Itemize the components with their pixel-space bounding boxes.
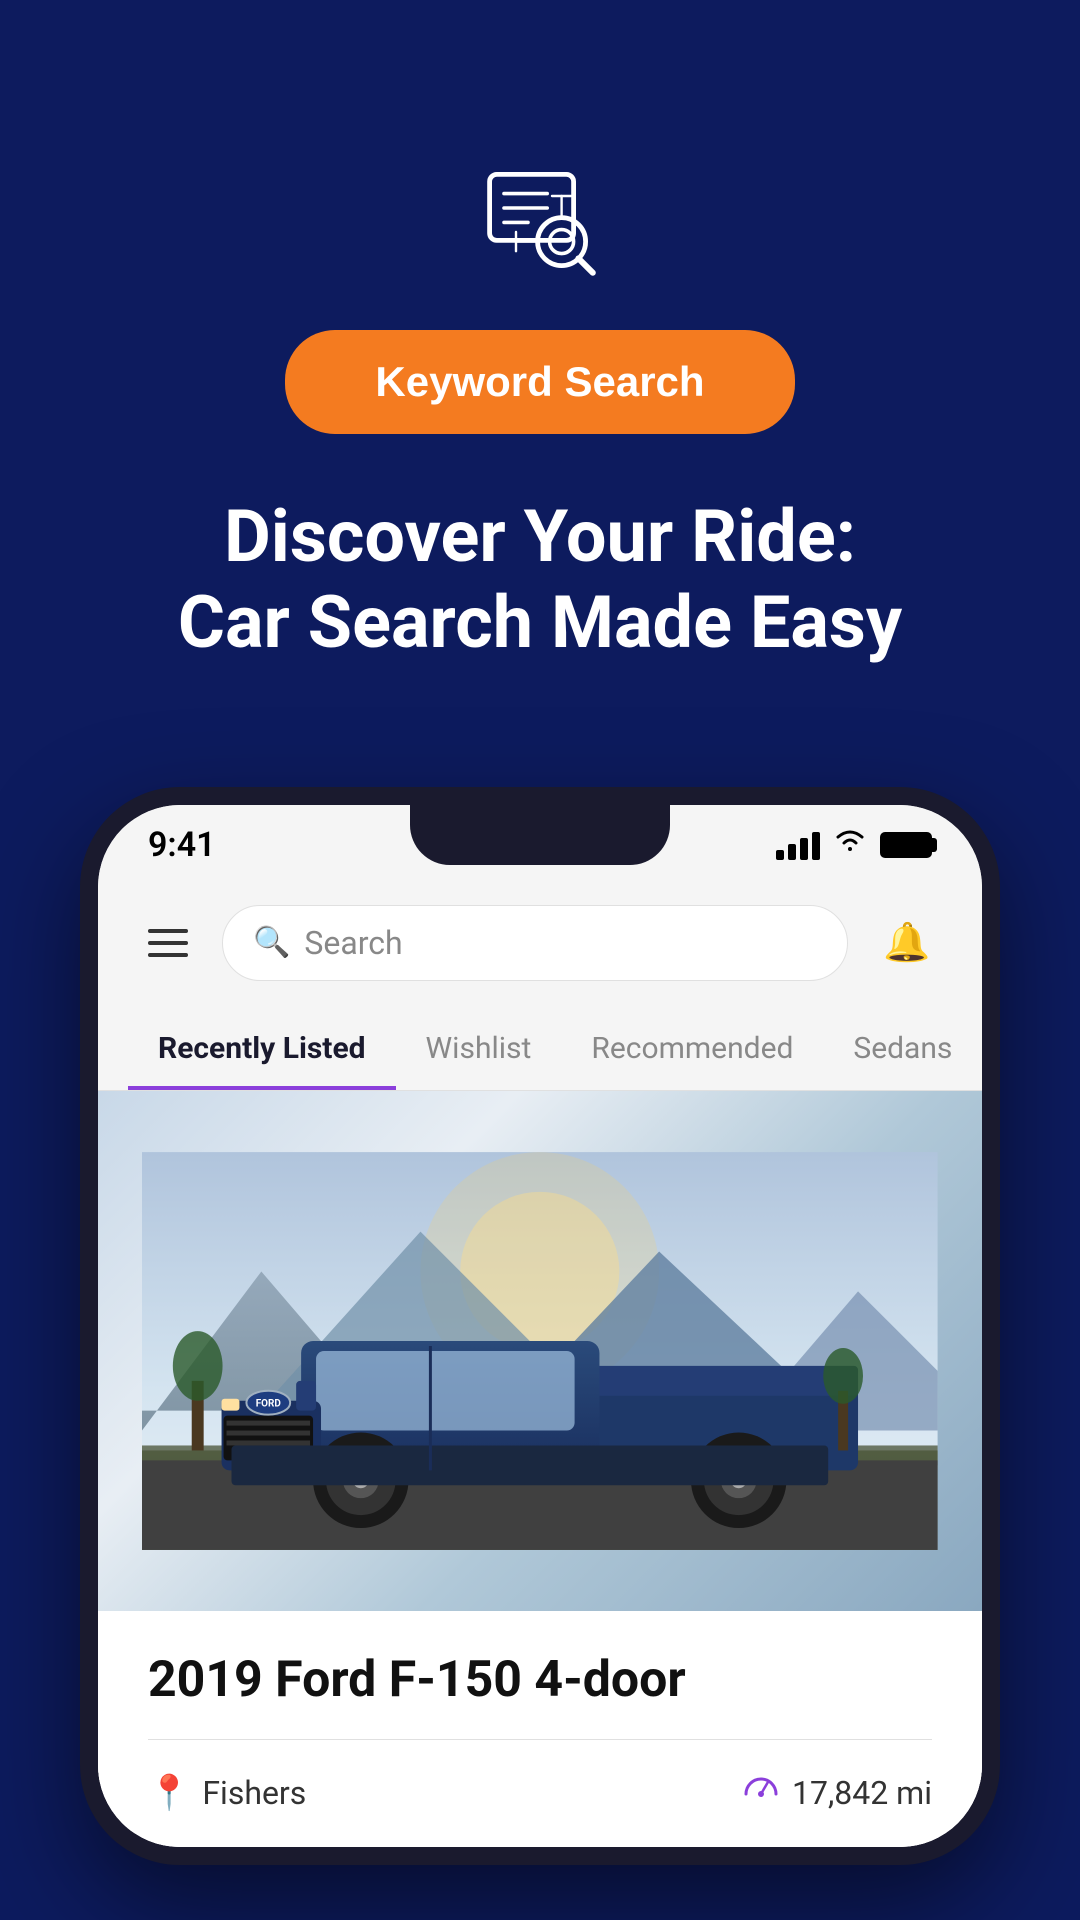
car-listing[interactable]: FORD <box>98 1091 982 1847</box>
svg-text:FORD: FORD <box>256 1398 282 1409</box>
signal-icon <box>776 830 820 860</box>
headline: Discover Your Ride: Car Search Made Easy <box>118 494 962 667</box>
tab-wishlist[interactable]: Wishlist <box>396 1011 562 1090</box>
status-bar: 9:41 <box>98 805 982 885</box>
car-image: FORD <box>98 1091 982 1611</box>
location-pin-icon: 📍 <box>148 1773 190 1813</box>
tab-recommended[interactable]: Recommended <box>561 1011 823 1090</box>
headline-line1: Discover Your Ride: <box>224 494 856 579</box>
mileage-group: 17,842 mi <box>742 1770 932 1817</box>
location-group: 📍 Fishers <box>148 1773 306 1813</box>
car-info: 2019 Ford F-150 4-door 📍 Fishers <box>98 1611 982 1847</box>
menu-button[interactable] <box>138 919 198 967</box>
car-title: 2019 Ford F-150 4-door <box>148 1651 932 1709</box>
phone-mockup: 9:41 <box>80 787 1000 1865</box>
keyword-search-button[interactable]: Keyword Search <box>285 330 794 434</box>
car-meta: 📍 Fishers 17,842 mi <box>148 1770 932 1817</box>
search-icon: 🔍 <box>253 925 290 960</box>
tabs-bar: Recently Listed Wishlist Recommended Sed… <box>98 1001 982 1091</box>
mileage-text: 17,842 mi <box>792 1774 932 1812</box>
car-divider <box>148 1739 932 1740</box>
wifi-icon <box>834 829 866 860</box>
status-time: 9:41 <box>148 825 216 865</box>
notch-cutout <box>410 805 670 865</box>
app-logo-icon <box>480 160 600 280</box>
location-text: Fishers <box>202 1774 306 1812</box>
headline-line2: Car Search Made Easy <box>178 580 902 665</box>
notification-button[interactable]: 🔔 <box>872 908 942 978</box>
status-icons <box>776 829 932 860</box>
search-placeholder-text: Search <box>304 924 402 962</box>
truck-illustration: FORD <box>142 1117 938 1585</box>
app-header: 🔍 Search 🔔 <box>98 885 982 1001</box>
bell-icon: 🔔 <box>883 921 930 965</box>
tab-recently-listed[interactable]: Recently Listed <box>128 1011 396 1090</box>
battery-icon <box>880 832 932 858</box>
search-bar[interactable]: 🔍 Search <box>222 905 848 981</box>
top-section: Keyword Search Discover Your Ride: Car S… <box>0 0 1080 727</box>
phone-frame: 9:41 <box>80 787 1000 1865</box>
tab-sedans[interactable]: Sedans <box>823 1011 982 1090</box>
phone-screen: 9:41 <box>98 805 982 1847</box>
speedometer-icon <box>742 1770 780 1817</box>
